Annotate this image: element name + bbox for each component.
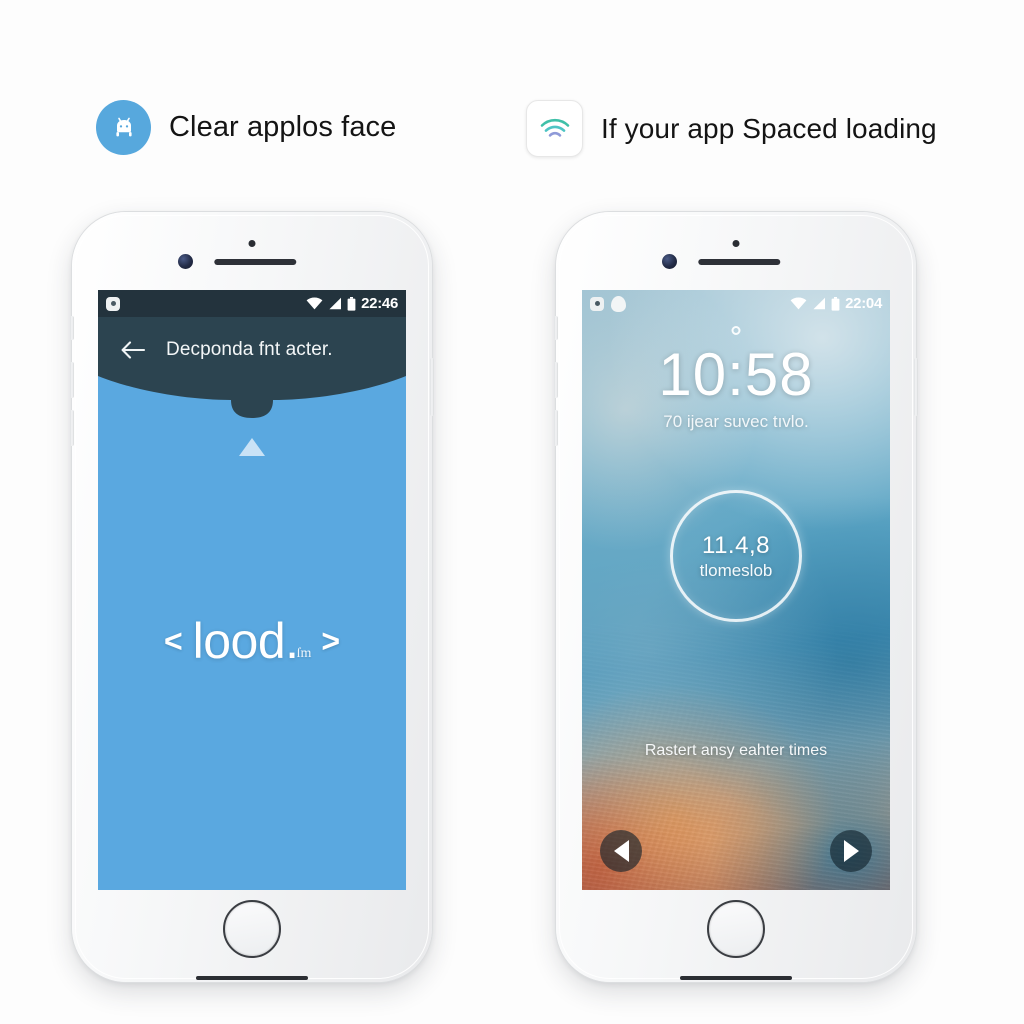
lockscreen-progress-ring[interactable]: 11.4,8 tlomeslob bbox=[670, 490, 802, 622]
proximity-sensor-icon bbox=[732, 240, 740, 247]
triangle-left-glyph bbox=[613, 840, 629, 862]
home-button[interactable] bbox=[707, 900, 765, 958]
lockscreen-subtitle: 70 ijear suvec tıvlo. bbox=[663, 412, 809, 431]
left-phone-screen: 22:46 Decponda fnt acter. < lood. ſm > bbox=[98, 290, 406, 890]
page-root: Clear applos face If your app Spaced loa… bbox=[0, 0, 1024, 1024]
battery-icon bbox=[347, 296, 356, 311]
right-phone-screen: 22:04 10:58 70 ijear suvec tıvlo. 11.4,8… bbox=[582, 290, 890, 890]
ring-label: tlomeslob bbox=[699, 560, 773, 580]
right-statusbar-right-icons: 22:04 bbox=[790, 295, 882, 312]
signal-icon bbox=[813, 297, 826, 310]
left-center-code: < lood. ſm > bbox=[164, 612, 340, 670]
signal-icon bbox=[329, 297, 342, 310]
left-statusbar: 22:46 bbox=[98, 290, 406, 317]
notification-badge-icon bbox=[106, 296, 120, 311]
previous-triangle-icon[interactable] bbox=[600, 830, 642, 872]
left-statusbar-time: 22:46 bbox=[361, 295, 398, 312]
wifi-icon bbox=[790, 297, 807, 310]
next-triangle-icon[interactable] bbox=[830, 830, 872, 872]
lock-dot-icon bbox=[731, 326, 741, 335]
left-appbar-title: Decponda fnt acter. bbox=[166, 339, 333, 360]
volume-down-button[interactable] bbox=[70, 410, 74, 446]
bottom-speaker-slot bbox=[196, 976, 308, 980]
up-triangle-icon[interactable] bbox=[239, 438, 265, 456]
notification-badge-icon bbox=[590, 296, 604, 311]
lockscreen-hint-text: Rastert ansy eahter times bbox=[644, 742, 828, 759]
lockscreen-clock: 10:58 bbox=[658, 341, 814, 408]
code-open-bracket: < bbox=[163, 622, 183, 659]
volume-up-button[interactable] bbox=[554, 362, 558, 398]
front-camera-icon bbox=[178, 254, 193, 269]
code-close-bracket: > bbox=[321, 622, 341, 659]
proximity-sensor-icon bbox=[248, 240, 256, 247]
right-phone-device: 22:04 10:58 70 ijear suvec tıvlo. 11.4,8… bbox=[554, 212, 918, 982]
silent-switch[interactable] bbox=[70, 316, 74, 340]
volume-up-button[interactable] bbox=[70, 362, 74, 398]
code-word: lood. bbox=[192, 613, 299, 669]
earpiece-speaker bbox=[698, 259, 781, 265]
power-button[interactable] bbox=[430, 358, 434, 416]
left-phone-device: 22:46 Decponda fnt acter. < lood. ſm > bbox=[70, 212, 434, 982]
left-heading-label: Clear applos face bbox=[169, 111, 397, 143]
right-statusbar: 22:04 bbox=[582, 290, 890, 317]
wifi-icon bbox=[306, 297, 323, 310]
right-statusbar-left-icons bbox=[590, 295, 626, 312]
right-heading: If your app Spaced loading bbox=[526, 100, 937, 157]
earpiece-speaker bbox=[214, 259, 297, 265]
left-heading: Clear applos face bbox=[96, 100, 396, 155]
bottom-speaker-slot bbox=[680, 976, 792, 980]
home-button[interactable] bbox=[223, 900, 281, 958]
volume-down-button[interactable] bbox=[554, 410, 558, 446]
left-statusbar-left-icons bbox=[106, 296, 120, 311]
right-statusbar-time: 22:04 bbox=[845, 295, 882, 312]
back-arrow-icon[interactable] bbox=[120, 339, 146, 361]
left-app-background bbox=[98, 290, 406, 890]
front-camera-icon bbox=[662, 254, 677, 269]
power-button[interactable] bbox=[914, 358, 918, 416]
silent-switch[interactable] bbox=[554, 316, 558, 340]
wifi-icon bbox=[526, 100, 583, 157]
car-android-icon bbox=[96, 100, 151, 155]
ring-value: 11.4,8 bbox=[702, 531, 770, 559]
battery-icon bbox=[831, 296, 840, 311]
code-subscript: ſm bbox=[296, 646, 312, 661]
right-heading-label: If your app Spaced loading bbox=[601, 112, 937, 144]
triangle-right-glyph bbox=[843, 840, 859, 862]
left-statusbar-right-icons: 22:46 bbox=[306, 295, 398, 312]
shield-icon bbox=[611, 295, 626, 312]
left-appbar: Decponda fnt acter. bbox=[98, 330, 406, 370]
